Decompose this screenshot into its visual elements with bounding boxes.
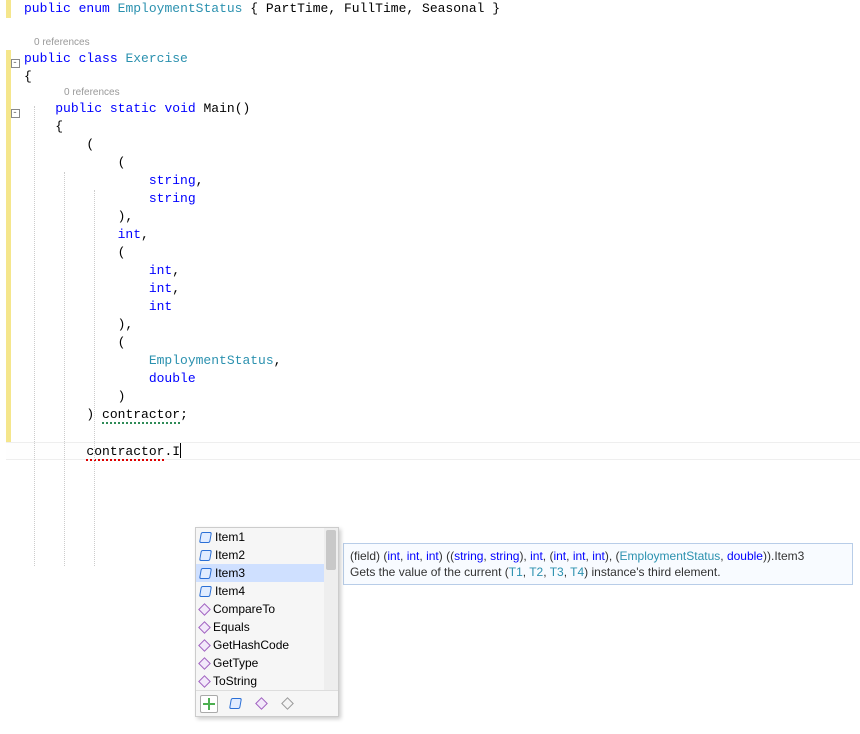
code-line[interactable]: - public static void Main() [6,100,860,118]
collapse-icon[interactable]: - [11,109,20,118]
intellisense-popup[interactable]: Item1 Item2 Item3 Item4 CompareTo Equals… [195,527,339,717]
intellisense-item[interactable]: Item1 [196,528,338,546]
scrollbar[interactable] [324,528,338,690]
intellisense-item[interactable]: Item2 [196,546,338,564]
code-line[interactable]: public enum EmploymentStatus { PartTime,… [6,0,860,18]
method-icon [198,639,211,652]
code-line[interactable]: -public class Exercise [6,50,860,68]
method-icon [198,657,211,670]
code-line[interactable]: string [6,190,860,208]
filter-all-icon[interactable] [200,695,218,713]
code-line[interactable]: { [6,118,860,136]
field-icon [199,532,212,543]
code-line[interactable]: ( [6,334,860,352]
intellisense-item-label: Item2 [215,546,245,564]
intellisense-item-label: ToString [213,672,257,690]
intellisense-item[interactable]: GetType [196,654,338,672]
field-icon [199,568,212,579]
code-line[interactable]: int, [6,280,860,298]
filter-field-icon[interactable] [226,695,244,713]
intellisense-item-label: GetType [213,654,258,672]
intellisense-item-label: Item4 [215,582,245,600]
code-line[interactable]: ), [6,316,860,334]
filter-method-icon[interactable] [252,695,270,713]
code-line[interactable]: string, [6,172,860,190]
text-caret [180,443,181,458]
blank-line[interactable] [6,18,860,36]
code-line[interactable]: int [6,298,860,316]
intellisense-item[interactable]: GetHashCode [196,636,338,654]
code-line[interactable]: ), [6,208,860,226]
method-icon [198,675,211,688]
field-icon [199,586,212,597]
intellisense-item[interactable]: CompareTo [196,600,338,618]
code-line[interactable]: ( [6,244,860,262]
codelens[interactable]: 0 references [6,36,860,50]
code-line[interactable]: int, [6,262,860,280]
intellisense-item-label: Item1 [215,528,245,546]
intellisense-item[interactable]: ToString [196,672,338,690]
field-icon [199,550,212,561]
intellisense-item-label: GetHashCode [213,636,289,654]
codelens[interactable]: 0 references [6,86,860,100]
code-line[interactable]: double [6,370,860,388]
tooltip-description: Gets the value of the current (T1, T2, T… [350,564,846,580]
intellisense-tooltip: (field) (int, int, int) ((string, string… [343,543,853,585]
collapse-icon[interactable]: - [11,59,20,68]
code-line[interactable]: int, [6,226,860,244]
intellisense-item-label: Item3 [215,564,245,582]
intellisense-filter-bar [196,690,338,716]
code-line[interactable]: EmploymentStatus, [6,352,860,370]
method-icon [198,603,211,616]
intellisense-item-selected[interactable]: Item3 [196,564,338,582]
scrollbar-thumb[interactable] [326,530,336,570]
method-icon [198,621,211,634]
intellisense-item-label: CompareTo [213,600,275,618]
intellisense-item[interactable]: Item4 [196,582,338,600]
blank-line[interactable] [6,424,860,442]
intellisense-item[interactable]: Equals [196,618,338,636]
active-code-line[interactable]: contractor.I [6,442,860,460]
code-line[interactable]: ) contractor; [6,406,860,424]
tooltip-signature: (field) (int, int, int) ((string, string… [350,548,846,564]
code-line[interactable]: ( [6,136,860,154]
intellisense-list[interactable]: Item1 Item2 Item3 Item4 CompareTo Equals… [196,528,338,690]
code-line[interactable]: { [6,68,860,86]
code-line[interactable]: ) [6,388,860,406]
intellisense-item-label: Equals [213,618,250,636]
filter-extension-icon[interactable] [278,695,296,713]
code-editor[interactable]: public enum EmploymentStatus { PartTime,… [0,0,860,460]
code-line[interactable]: ( [6,154,860,172]
